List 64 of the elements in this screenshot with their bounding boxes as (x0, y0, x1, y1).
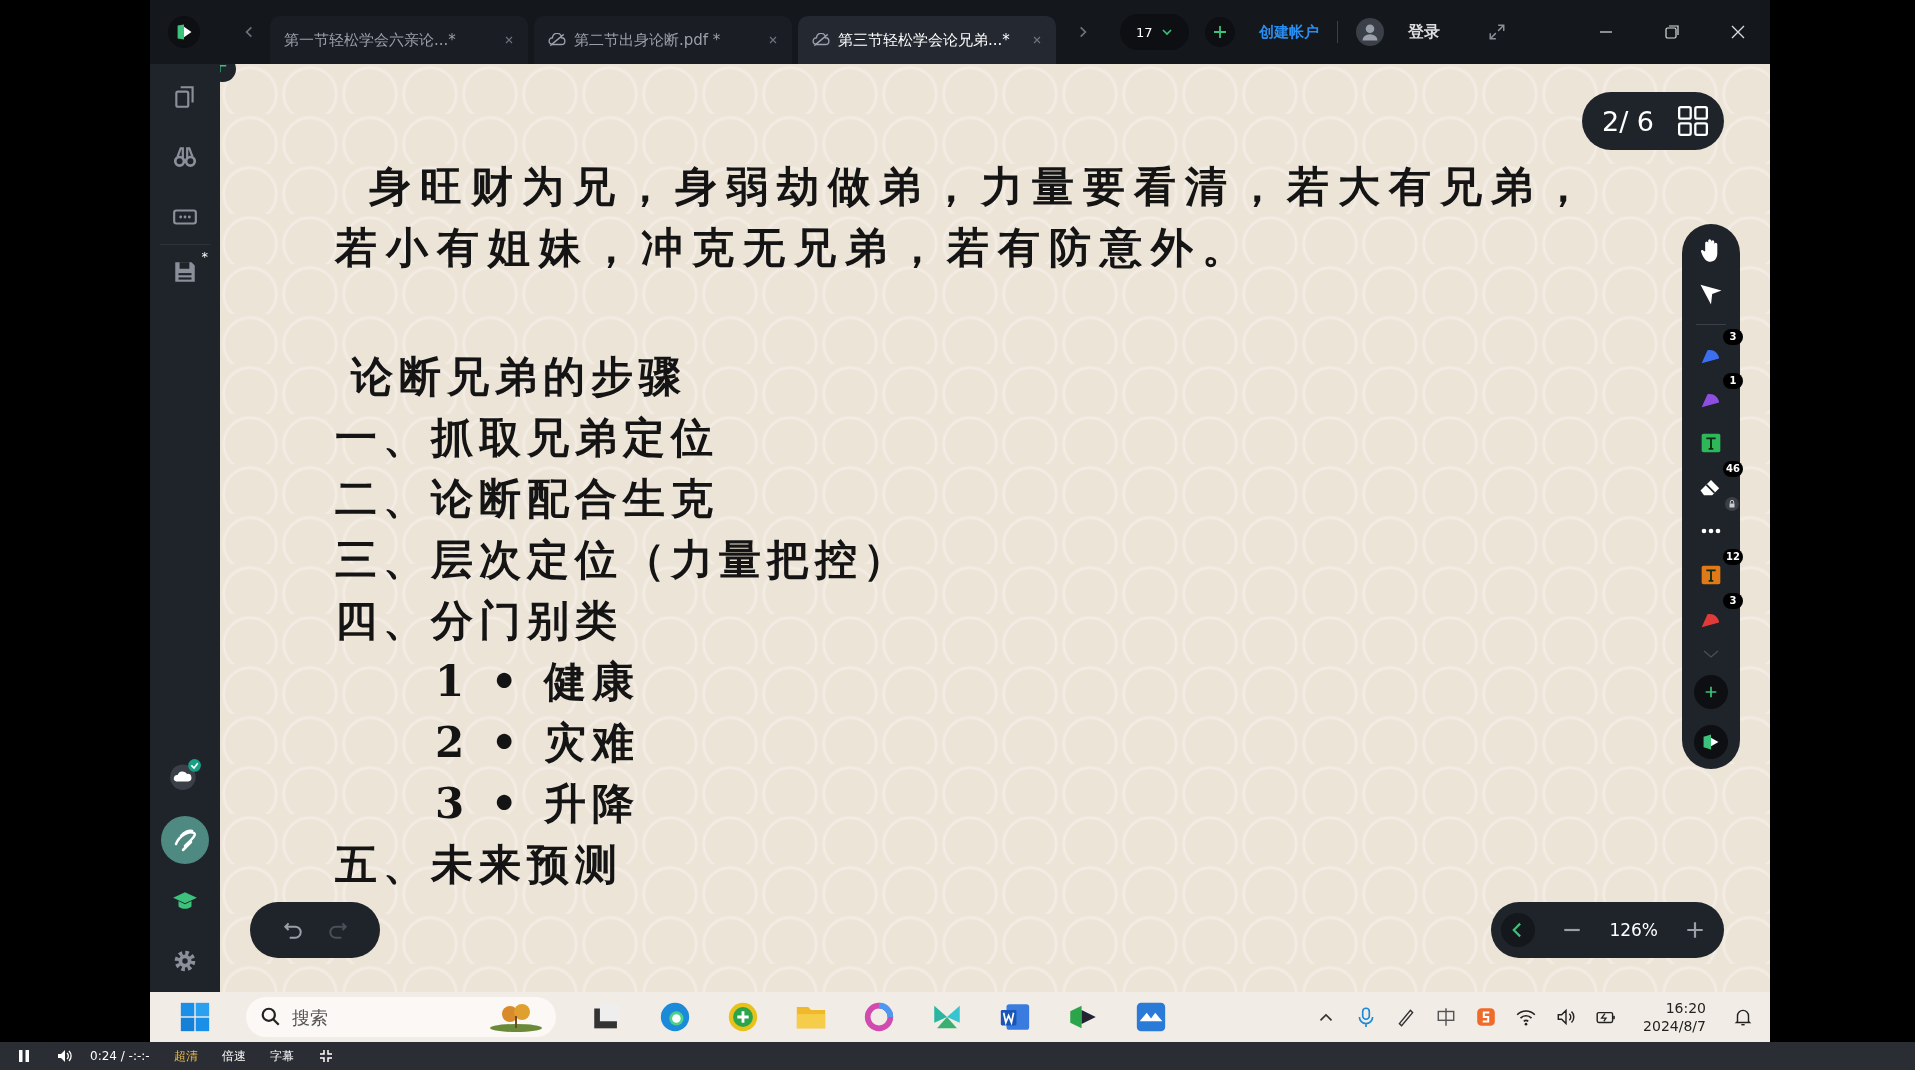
expand-icon[interactable] (1487, 23, 1506, 41)
create-account-link[interactable]: 创建帐户 (1258, 22, 1319, 42)
step-item: 五、未来预测 (335, 839, 623, 891)
step-item: 三、层次定位（力量把控） (335, 534, 911, 586)
lock-icon[interactable] (1725, 497, 1739, 511)
search-input[interactable]: 搜索 (290, 1005, 444, 1029)
pause-icon[interactable] (16, 1048, 32, 1064)
close-tab-icon[interactable] (768, 35, 778, 45)
count-badge: 12 (1723, 549, 1743, 565)
document-tab[interactable]: 第三节轻松学会论兄弟...* (798, 16, 1056, 64)
sub-step-item: 3 • 升降 (434, 778, 641, 830)
ring-icon[interactable] (862, 1000, 896, 1034)
step-item: 一、抓取兄弟定位 (335, 412, 719, 464)
login-link[interactable]: 登录 (1407, 21, 1440, 43)
close-tab-icon[interactable] (1032, 35, 1042, 45)
count-badge: 3 (1723, 593, 1743, 609)
mountains-icon[interactable] (1134, 1000, 1168, 1034)
clock-time: 16:20 (1665, 999, 1706, 1017)
app-logo-icon[interactable] (1694, 725, 1728, 759)
volume-icon[interactable] (56, 1048, 72, 1064)
chevron-down-icon (1160, 26, 1173, 38)
close-icon[interactable] (1730, 24, 1746, 40)
close-tab-icon[interactable] (504, 35, 514, 45)
binoculars-icon[interactable] (172, 144, 198, 170)
sub-step-item: 2 • 灾难 (434, 717, 641, 769)
windows-start-icon[interactable] (178, 1000, 212, 1034)
sogou-icon[interactable] (1475, 1006, 1498, 1028)
zoom-level: 126% (1609, 920, 1658, 940)
page-paragraph: 身旺财为兄，身弱劫做弟，力量要看清，若大有兄弟， 若小有姐妹，冲克无兄弟，若有防意外。 (335, 161, 1593, 274)
new-tab-icon[interactable] (1204, 17, 1235, 47)
subtitles-button[interactable]: 字幕 (269, 1047, 294, 1065)
page-indicator[interactable]: 2/ 6 (1581, 92, 1724, 150)
gesture-icon[interactable] (161, 816, 209, 864)
browser-icon[interactable] (658, 1000, 692, 1034)
search-icon (260, 1006, 282, 1028)
tab-count-button[interactable]: 17 (1120, 14, 1189, 50)
cloud-sync-icon[interactable] (168, 758, 202, 792)
document-tab[interactable]: 第一节轻松学会六亲论...* (270, 16, 528, 64)
count-badge: 1 (1723, 373, 1743, 389)
speed-button[interactable]: 倍速 (221, 1047, 246, 1065)
avatar-icon[interactable] (1355, 18, 1384, 46)
step-item: 二、论断配合生克 (335, 473, 719, 525)
save-icon[interactable] (172, 259, 198, 285)
document-tab[interactable]: 第二节出身论断.pdf * (534, 16, 792, 64)
step-item: 四、分门别类 (335, 595, 623, 647)
page-heading: 论断兄弟的步骤 (349, 351, 687, 403)
count-badge: 3 (1723, 329, 1743, 345)
grid-view-icon[interactable] (1678, 106, 1708, 136)
sub-step-item: 1 • 健康 (434, 656, 641, 708)
search-bar[interactable]: 搜索 (246, 997, 556, 1037)
unsaved-mark: * (201, 249, 208, 264)
add-icon[interactable] (1694, 675, 1728, 709)
plus-circle-icon[interactable] (726, 1000, 760, 1034)
quality-button[interactable]: 超清 (173, 1047, 198, 1065)
zoom-in-icon[interactable] (1684, 919, 1706, 941)
restore-icon[interactable] (1664, 24, 1680, 40)
count-badge: 46 (1723, 461, 1743, 477)
exit-fullscreen-icon[interactable] (317, 1048, 334, 1064)
chevron-left-icon[interactable] (1501, 913, 1536, 947)
page-number: 2/ 6 (1601, 105, 1654, 137)
app-logo-icon[interactable] (168, 16, 200, 48)
playback-time: 0:24 / -:-:- (90, 1049, 150, 1063)
settings-icon[interactable] (172, 948, 198, 974)
clock-date: 2024/8/7 (1643, 1017, 1706, 1035)
